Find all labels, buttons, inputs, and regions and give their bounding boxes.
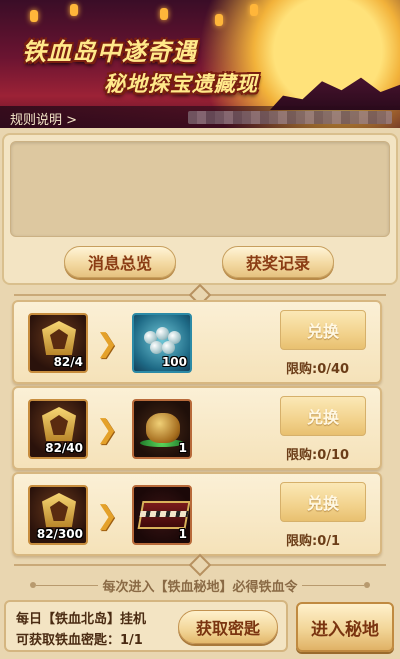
exchange-button[interactable]: 兑换 bbox=[280, 310, 366, 350]
reward-qty: 1 bbox=[178, 441, 187, 455]
lantern-icon bbox=[215, 14, 223, 26]
get-key-button[interactable]: 获取密匙 bbox=[178, 610, 278, 644]
banner-subtitle: 秘地探宝遗藏现 bbox=[104, 72, 258, 96]
cost-qty: 82/40 bbox=[45, 441, 83, 455]
treasure-pot-icon bbox=[146, 413, 180, 443]
notice-text: 每次进入【铁血秘地】必得铁血令 bbox=[102, 580, 298, 595]
lantern-icon bbox=[30, 10, 38, 22]
banner-title: 铁血岛中遂奇遇 bbox=[22, 38, 197, 66]
cost-qty: 82/4 bbox=[53, 355, 83, 369]
daily-key-panel: 每日【铁血北岛】挂机 可获取铁血密匙：1/1 获取密匙 bbox=[4, 600, 288, 652]
exchange-button[interactable]: 兑换 bbox=[280, 482, 366, 522]
arrow-right-icon: ❯ bbox=[96, 415, 118, 445]
message-overview-button[interactable]: 消息总览 bbox=[64, 246, 176, 278]
arrow-right-icon: ❯ bbox=[96, 329, 118, 359]
reward-qty: 1 bbox=[178, 527, 187, 541]
award-records-button[interactable]: 获奖记录 bbox=[222, 246, 334, 278]
purchase-limit: 限购:0/40 bbox=[286, 362, 350, 377]
daily-info-line1: 每日【铁血北岛】挂机 bbox=[16, 612, 147, 627]
daily-info-line2: 可获取铁血密匙：1/1 bbox=[16, 633, 143, 648]
reward-slot[interactable]: 1 bbox=[132, 399, 192, 459]
blurred-text bbox=[188, 111, 392, 124]
exchange-card: 82/4 ❯ 100 兑换 限购:0/40 bbox=[12, 300, 382, 384]
reward-slot[interactable]: 100 bbox=[132, 313, 192, 373]
reward-slot[interactable]: 1 bbox=[132, 485, 192, 545]
ornament-icon bbox=[188, 553, 212, 577]
iron-blood-token-slot[interactable]: 82/4 bbox=[28, 313, 88, 373]
message-panel: 消息总览 获奖记录 bbox=[2, 133, 398, 285]
rules-link[interactable]: 规则说明 > bbox=[10, 109, 77, 128]
lantern-icon bbox=[160, 8, 168, 20]
exchange-card: 82/40 ❯ 1 兑换 限购:0/10 bbox=[12, 386, 382, 470]
reward-qty: 100 bbox=[161, 355, 187, 369]
arrow-right-icon: ❯ bbox=[96, 501, 118, 531]
enter-secret-land-button[interactable]: 进入秘地 bbox=[296, 602, 394, 652]
message-display bbox=[10, 141, 390, 237]
iron-blood-token-slot[interactable]: 82/40 bbox=[28, 399, 88, 459]
purchase-limit: 限购:0/1 bbox=[286, 534, 341, 549]
exchange-card: 82/300 ❯ 1 兑换 限购:0/1 bbox=[12, 472, 382, 556]
purchase-limit: 限购:0/10 bbox=[286, 448, 350, 463]
island-silhouette bbox=[270, 77, 400, 110]
cost-qty: 82/300 bbox=[36, 527, 83, 541]
iron-blood-token-slot[interactable]: 82/300 bbox=[28, 485, 88, 545]
event-banner: 铁血岛中遂奇遇 秘地探宝遗藏现 规则说明 > bbox=[0, 0, 400, 128]
rules-bar: 规则说明 > bbox=[0, 106, 400, 128]
lantern-icon bbox=[250, 4, 258, 16]
exchange-button[interactable]: 兑换 bbox=[280, 396, 366, 436]
lantern-icon bbox=[70, 4, 78, 16]
